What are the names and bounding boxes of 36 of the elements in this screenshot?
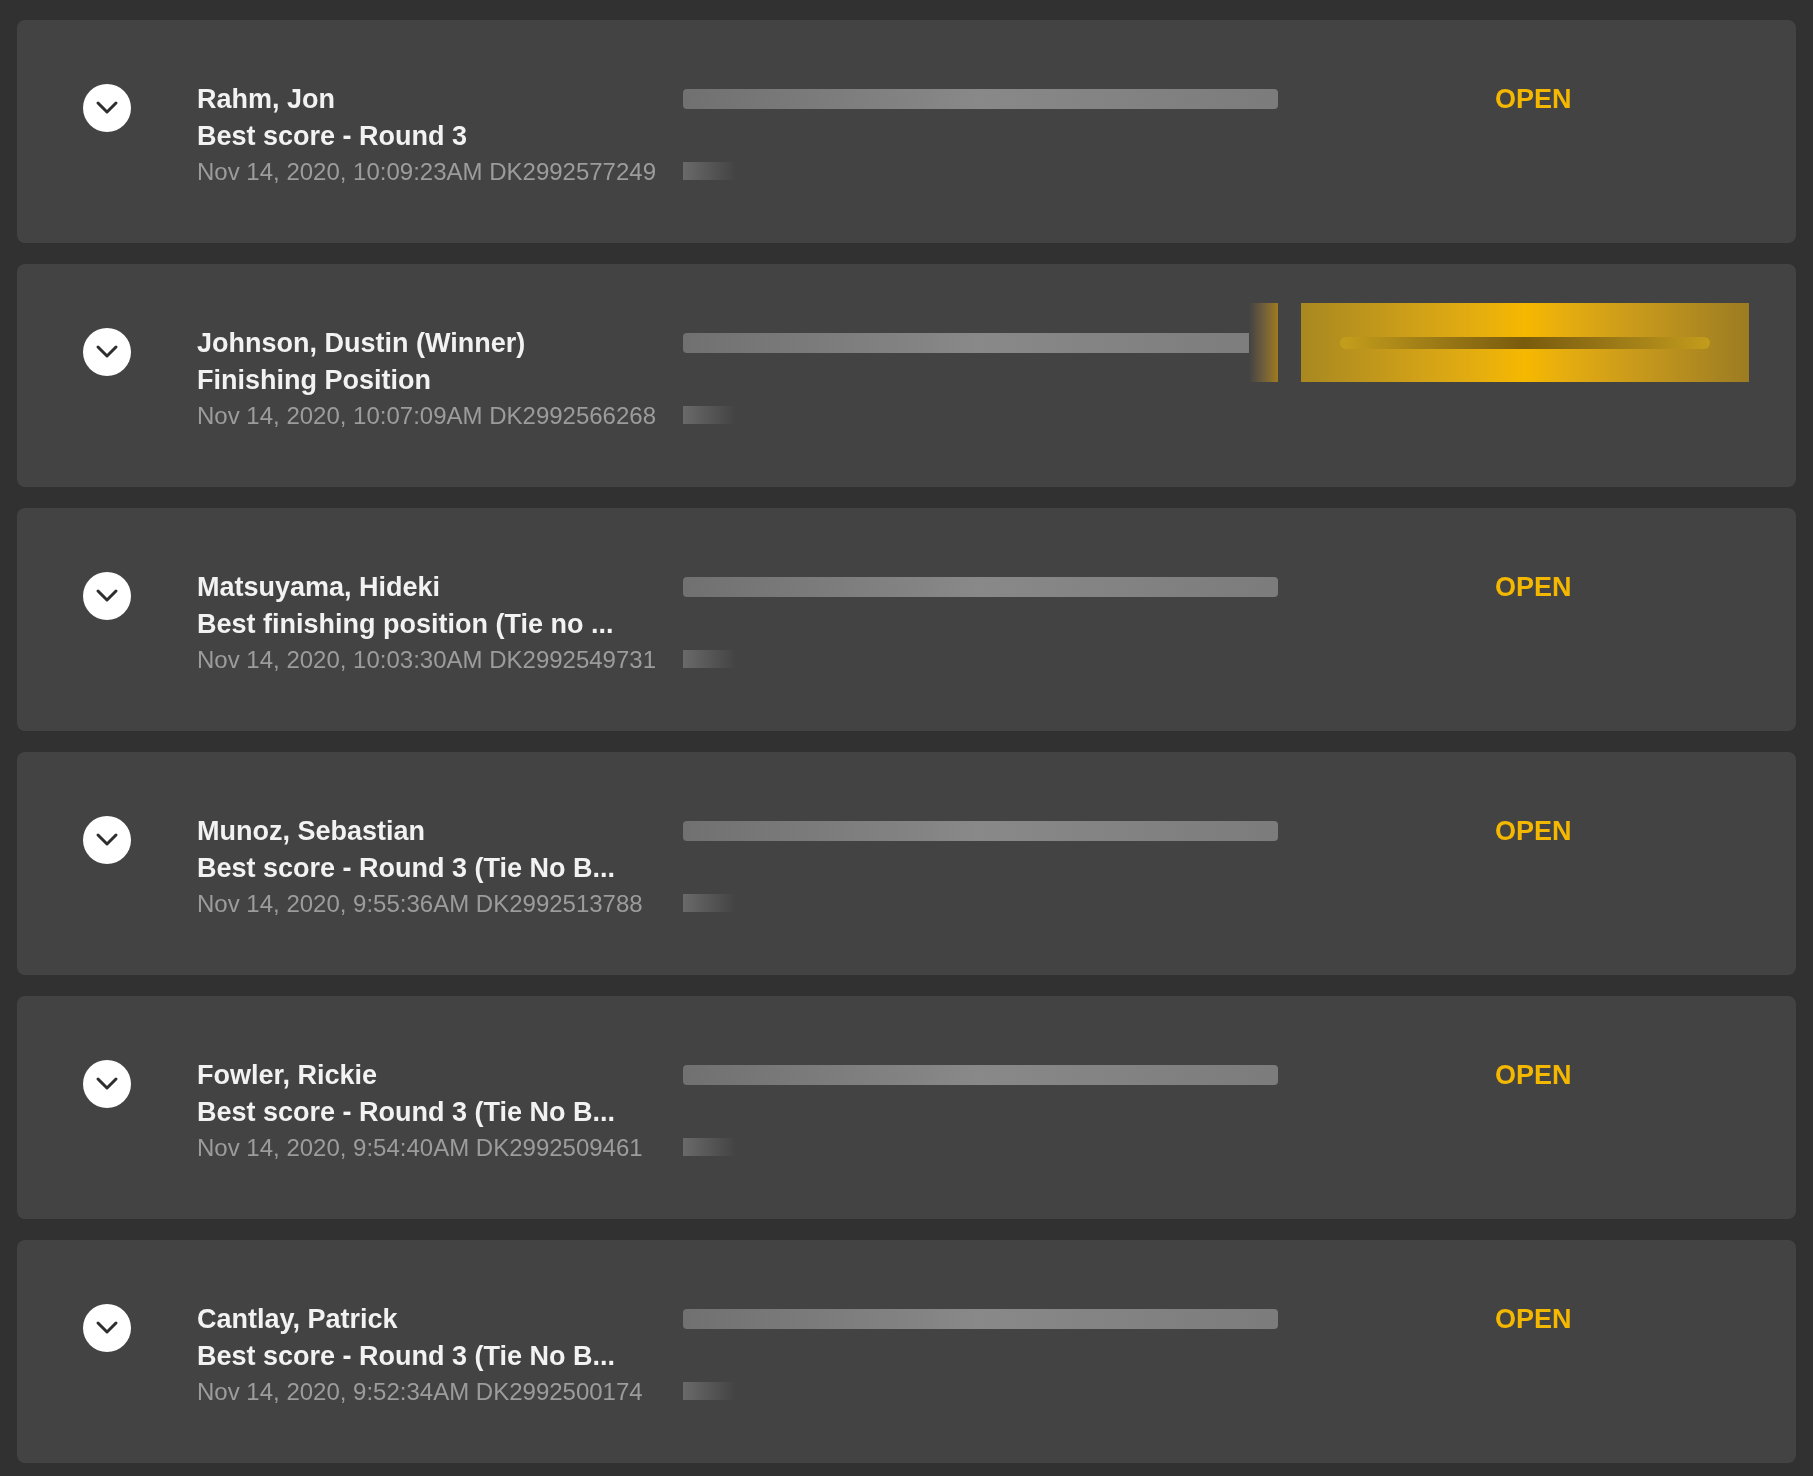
player-name: Matsuyama, Hideki [197, 571, 442, 604]
player-name: Johnson, Dustin (Winner) [197, 327, 527, 360]
market-name: Best score - Round 3 (Tie No B... [197, 852, 617, 885]
blurred-text [683, 1382, 735, 1400]
bet-status: OPEN [1495, 1059, 1572, 1092]
chevron-down-icon[interactable] [83, 1304, 131, 1352]
market-name: Best score - Round 3 (Tie No B... [197, 1340, 617, 1373]
bet-timestamp: Nov 14, 2020, 9:52:34AM DK2992500174 [197, 1377, 644, 1407]
market-name: Best score - Round 3 [197, 120, 469, 153]
chevron-down-icon[interactable] [83, 572, 131, 620]
bet-status: OPEN [1495, 815, 1572, 848]
market-name: Best finishing position (Tie no ... [197, 608, 615, 641]
market-name: Finishing Position [197, 364, 432, 397]
bet-status: OPEN [1495, 83, 1572, 116]
bet-status: OPEN [1495, 1303, 1572, 1336]
blurred-text [683, 162, 735, 180]
blurred-text [683, 650, 735, 668]
market-name: Best score - Round 3 (Tie No B... [197, 1096, 617, 1129]
bet-timestamp: Nov 14, 2020, 10:09:23AM DK2992577249 [197, 157, 657, 187]
player-name: Cantlay, Patrick [197, 1303, 399, 1336]
chevron-down-icon[interactable] [83, 84, 131, 132]
bet-timestamp: Nov 14, 2020, 9:54:40AM DK2992509461 [197, 1133, 644, 1163]
blurred-text [683, 1138, 735, 1156]
bet-status: OPEN [1495, 571, 1572, 604]
chevron-down-icon[interactable] [83, 328, 131, 376]
player-name: Munoz, Sebastian [197, 815, 427, 848]
bet-timestamp: Nov 14, 2020, 10:03:30AM DK2992549731 [197, 645, 657, 675]
bet-timestamp: Nov 14, 2020, 9:55:36AM DK2992513788 [197, 889, 644, 919]
bet-timestamp: Nov 14, 2020, 10:07:09AM DK2992566268 [197, 401, 657, 431]
blurred-button[interactable] [1301, 303, 1749, 382]
player-name: Rahm, Jon [197, 83, 337, 116]
chevron-down-icon[interactable] [83, 1060, 131, 1108]
player-name: Fowler, Rickie [197, 1059, 379, 1092]
blurred-text [683, 406, 735, 424]
chevron-down-icon[interactable] [83, 816, 131, 864]
blurred-text [683, 894, 735, 912]
